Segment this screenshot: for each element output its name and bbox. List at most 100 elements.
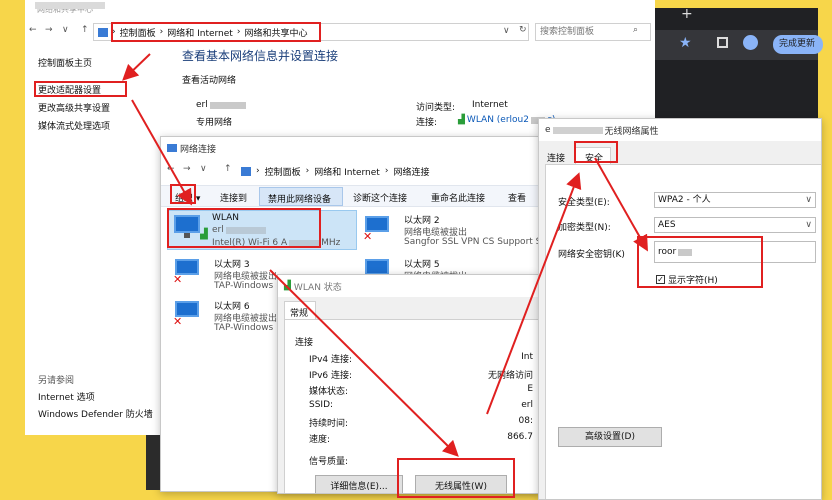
page-title: 查看基本网络信息并设置连接 (182, 49, 339, 63)
back-arrow-icon[interactable]: ← (29, 25, 37, 35)
nc-breadcrumb[interactable]: › 控制面板 › 网络和 Internet › 网络连接 (241, 162, 539, 180)
active-networks-heading: 查看活动网络 (182, 76, 237, 86)
encryption-select[interactable]: AES ∨ (654, 217, 816, 233)
tab-security[interactable]: 安全 (575, 147, 611, 165)
security-type-value: WPA2 - 个人 (658, 195, 711, 205)
toolbar-view[interactable]: 查看 (508, 191, 526, 204)
adapter-item[interactable]: ✕ 以太网 2 网络电缆被拔出 Sangfor SSL VPN CS Suppo… (361, 210, 540, 250)
chevron-down-icon: ∨ (805, 195, 812, 205)
status-row-value: 08: (518, 416, 533, 426)
chevron-down-icon: ∨ (805, 220, 812, 230)
status-row-label: 媒体状态: (309, 387, 349, 397)
refresh-icon[interactable]: ↻ (519, 25, 527, 35)
wifi-adapter-icon: ▟ (174, 215, 208, 241)
show-characters-checkbox[interactable]: ✓ 显示字符(H) (656, 273, 718, 286)
bookmark-star-icon[interactable]: ★ (679, 35, 692, 51)
window-title: 无线网络属性 (604, 126, 659, 137)
network-folder-icon (167, 144, 177, 152)
breadcrumb-sep: › (384, 166, 389, 176)
sidebar-item-defender[interactable]: Windows Defender 防火墙 (38, 407, 153, 420)
dropdown-arrow-icon[interactable]: ∨ (62, 25, 69, 35)
details-button[interactable]: 详细信息(E)... (315, 475, 403, 493)
breadcrumb-sep: › (159, 27, 164, 37)
security-key-input[interactable]: roor (654, 241, 816, 263)
profile-avatar-icon[interactable] (743, 35, 758, 50)
up-arrow-icon[interactable]: ↑ (81, 25, 89, 35)
forward-arrow-icon[interactable]: → (183, 164, 191, 174)
sidebar-item-media[interactable]: 媒体流式处理选项 (38, 119, 110, 132)
redacted-block (678, 248, 693, 256)
security-type-label: 安全类型(E): (558, 198, 610, 208)
dropdown-arrow-icon[interactable]: ∨ (200, 164, 207, 174)
toolbar-organize[interactable]: 组织 ▾ (175, 191, 200, 204)
sidebar-item-change-sharing[interactable]: 更改高级共享设置 (38, 101, 110, 114)
wireless-properties-button[interactable]: 无线属性(W) (415, 475, 507, 493)
breadcrumb-item[interactable]: 控制面板 (265, 165, 301, 178)
security-type-select[interactable]: WPA2 - 个人 ∨ (654, 192, 816, 208)
sidebar-item-change-adapter[interactable]: 更改适配器设置 (38, 83, 101, 96)
breadcrumb-item[interactable]: 网络连接 (393, 165, 429, 178)
finish-update-button[interactable]: 完成更新 (773, 35, 823, 54)
control-panel-icon (98, 27, 108, 37)
advanced-settings-button[interactable]: 高级设置(D) (558, 427, 662, 447)
tab-connection[interactable]: 连接 (547, 151, 565, 164)
adapter-line2: Intel(R) Wi-Fi 6 A MHz (212, 238, 340, 248)
forward-arrow-icon[interactable]: → (45, 25, 53, 35)
access-type-label: 访问类型: (416, 103, 456, 113)
wlan-status-window: ▟ WLAN 状态 常规 连接 IPv4 连接: Int IPv6 连接: 无网络访问… (277, 274, 539, 494)
back-arrow-icon[interactable]: ← (167, 164, 175, 174)
title-prefix: e (545, 125, 551, 135)
adapter-line1-text: erl (212, 225, 224, 235)
sidebar-item-internet-options[interactable]: Internet 选项 (38, 390, 95, 403)
adapter-item[interactable]: ▟ WLAN erl Intel(R) Wi-Fi 6 A MHz (167, 210, 357, 250)
breadcrumb-item[interactable]: 网络和 Internet (167, 26, 233, 39)
adapter-line2: TAP-Windows (214, 323, 274, 333)
toolbar-rename[interactable]: 重命名此连接 (431, 191, 485, 204)
tab-general[interactable]: 常规 (284, 301, 316, 319)
wifi-icon: ▟ (284, 281, 291, 291)
up-arrow-icon[interactable]: ↑ (224, 164, 232, 174)
security-key-value: roor (658, 247, 677, 257)
control-panel-icon (241, 166, 251, 176)
status-row-label: SSID: (309, 400, 334, 410)
status-row-label: IPv6 连接: (309, 371, 353, 381)
tab-panel: 安全类型(E): WPA2 - 个人 ∨ 加密类型(N): AES ∨ 网络安全… (545, 164, 821, 499)
ethernet-adapter-icon: ✕ (173, 259, 209, 286)
window-title: WLAN 状态 (293, 282, 342, 293)
new-tab-button[interactable]: + (681, 6, 693, 22)
dropdown-chevron-icon[interactable]: ∨ (503, 26, 510, 36)
wireless-properties-titlebar: e 无线网络属性 (539, 119, 821, 141)
sidepanel-icon[interactable] (717, 37, 728, 48)
status-row-value: erl (521, 400, 533, 410)
window-title: 网络连接 (180, 144, 217, 155)
adapter-line2-tail: MHz (321, 238, 341, 248)
breadcrumb-sep: › (112, 27, 116, 37)
breadcrumb[interactable]: › 控制面板 › 网络和 Internet › 网络和共享中心 (93, 23, 529, 41)
toolbar-disable[interactable]: 禁用此网络设备 (259, 187, 343, 206)
connection-label: 连接: (416, 118, 438, 128)
status-row-value: 866.7 (507, 432, 533, 442)
search-icon: ⌕ (633, 25, 639, 35)
checkbox-check-icon: ✓ (656, 275, 665, 284)
toolbar-diagnose[interactable]: 诊断这个连接 (353, 191, 407, 204)
breadcrumb-item[interactable]: 网络和 Internet (314, 165, 380, 178)
security-key-label: 网络安全密钥(K) (558, 250, 625, 260)
ethernet-adapter-icon: ✕ (363, 216, 399, 243)
toolbar-connect[interactable]: 连接到 (220, 191, 247, 204)
wireless-properties-window: e 无线网络属性 连接 安全 安全类型(E): WPA2 - 个人 ∨ 加密类型… (538, 118, 822, 500)
breadcrumb-item[interactable]: 网络和共享中心 (244, 26, 307, 39)
breadcrumb-item[interactable]: 控制面板 (120, 26, 156, 39)
encryption-label: 加密类型(N): (558, 223, 611, 233)
breadcrumb-sep: › (256, 166, 260, 176)
redacted-block (552, 126, 603, 134)
network-name: erl (196, 100, 246, 110)
network-connections-titlebar: 网络连接 (161, 137, 539, 159)
section-heading: 连接 (295, 338, 314, 348)
redacted-block (209, 101, 246, 109)
sidebar-item-home[interactable]: 控制面板主页 (38, 56, 92, 69)
status-row-value: E (527, 384, 533, 394)
redacted-block (225, 226, 266, 234)
network-name-text: erl (196, 100, 208, 110)
see-also-heading: 另请参阅 (38, 376, 75, 386)
adapter-line2: Sangfor SSL VPN CS Support S (404, 237, 540, 247)
